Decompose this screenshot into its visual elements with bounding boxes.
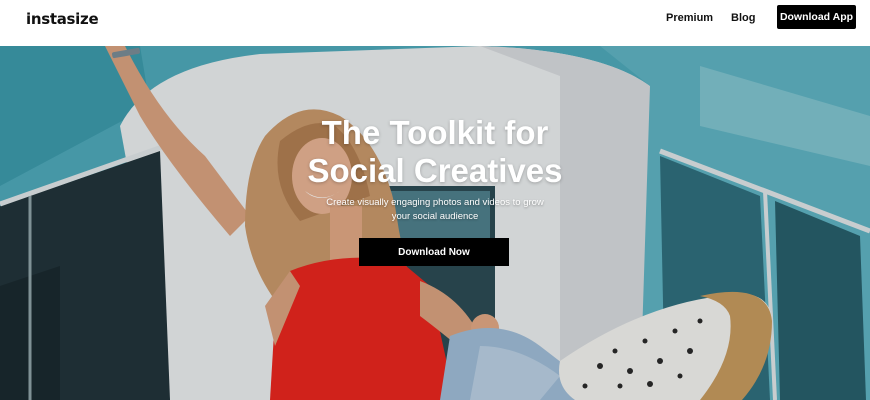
download-app-button[interactable]: Download App <box>777 5 856 29</box>
hero-title: The Toolkit for Social Creatives <box>235 114 635 190</box>
hero-title-line-2: Social Creatives <box>307 152 563 189</box>
hero-subtitle-line-1: Create visually engaging photos and vide… <box>326 197 544 208</box>
hero-title-line-1: The Toolkit for <box>321 114 549 151</box>
hero-content: The Toolkit for Social Creatives Create … <box>0 46 870 400</box>
hero-subtitle-line-2: your social audience <box>391 211 479 222</box>
instasize-logo[interactable]: instasize <box>26 10 99 28</box>
site-header: instasize Premium Blog Download App <box>0 0 870 46</box>
hero-subtitle: Create visually engaging photos and vide… <box>315 196 555 224</box>
hero-section: The Toolkit for Social Creatives Create … <box>0 46 870 400</box>
nav-link-blog[interactable]: Blog <box>731 11 755 25</box>
nav-link-premium[interactable]: Premium <box>666 11 713 25</box>
download-now-button[interactable]: Download Now <box>359 238 509 266</box>
